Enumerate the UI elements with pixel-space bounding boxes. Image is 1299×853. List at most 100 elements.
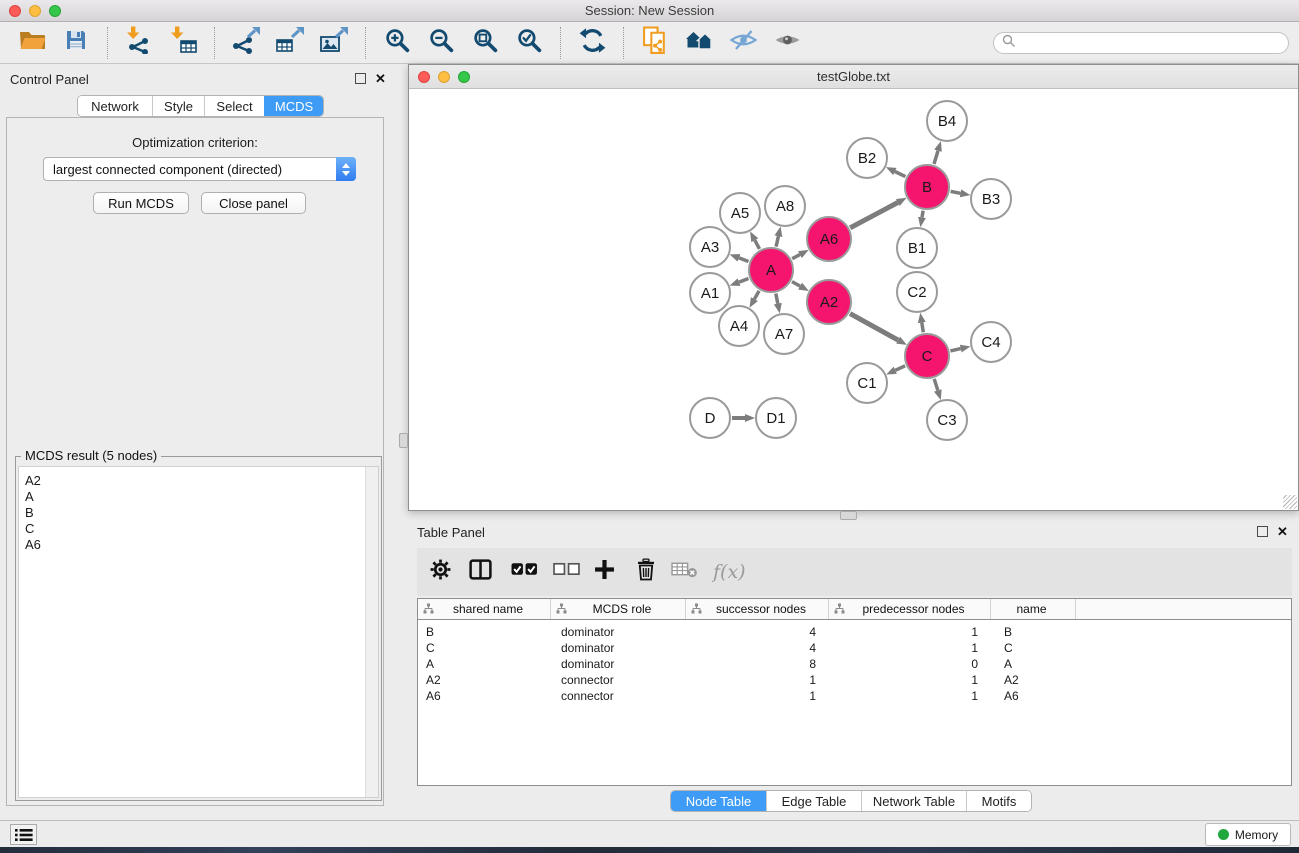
edge-B-B3[interactable] [951,191,961,193]
search-input[interactable] [1021,35,1288,51]
tab-edge-table[interactable]: Edge Table [766,791,861,811]
gear-button[interactable] [427,554,453,590]
result-item[interactable]: A6 [25,537,378,553]
dropdown-stepper-icon [336,157,356,181]
control-panel-body: Optimization criterion: largest connecte… [6,117,384,806]
node-label-B4: B4 [938,113,956,130]
edge-C-C3[interactable] [934,379,938,391]
memory-button[interactable]: Memory [1205,823,1291,846]
network-canvas[interactable]: AA6A2BCA1A3A4A5A7A8B1B2B3B4C1C2C3C4DD1 [409,89,1298,510]
result-item[interactable]: A [25,489,378,505]
zoom-in-button[interactable] [375,25,419,61]
new-network-from-selection-button[interactable] [633,25,677,61]
edge-B-B4[interactable] [934,151,938,164]
export-network-button[interactable] [224,25,268,61]
edge-C-C4[interactable] [950,349,960,351]
edge-B-B1[interactable] [922,211,923,218]
result-item[interactable]: C [25,521,378,537]
tab-node-table[interactable]: Node Table [671,791,766,811]
tab-network[interactable]: Network [78,96,152,116]
resize-grip-icon[interactable] [1283,495,1297,509]
column-header-shared-name[interactable]: shared name [418,599,551,619]
cell-name: A [991,657,1076,671]
table-body: Bdominator41BCdominator41CAdominator80AA… [418,620,1291,704]
column-header-MCDS-role[interactable]: MCDS role [551,599,686,619]
import-network-icon [124,26,154,59]
tab-mcds[interactable]: MCDS [264,96,323,116]
first-neighbors-button[interactable] [677,25,721,61]
edge-B-B2[interactable] [895,172,906,177]
node-label-B3: B3 [982,191,1000,208]
horizontal-splitter-handle[interactable] [840,511,857,520]
column-header-name[interactable]: name [991,599,1076,619]
edge-A-A3[interactable] [739,258,749,262]
export-table-button[interactable] [268,25,312,61]
table-row[interactable]: Adominator80A [418,656,1291,672]
import-network-button[interactable] [117,25,161,61]
node-label-A: A [766,262,776,279]
minimize-window-icon[interactable] [29,5,41,17]
result-item[interactable]: A2 [25,473,378,489]
edge-A-A7[interactable] [776,294,778,304]
trash-button[interactable] [633,554,659,590]
open-button[interactable] [10,25,54,61]
hide-selected-button[interactable] [721,25,765,61]
mcds-result-list[interactable]: A2ABCA6 [18,466,379,798]
import-table-button[interactable] [161,25,205,61]
table-row[interactable]: A6connector11A6 [418,688,1291,704]
table-row[interactable]: A2connector11A2 [418,672,1291,688]
edge-A-A1[interactable] [739,279,749,283]
tab-network-table[interactable]: Network Table [861,791,966,811]
tab-style[interactable]: Style [152,96,204,116]
edge-C-C1[interactable] [895,366,905,371]
vertical-splitter-handle[interactable] [399,433,408,448]
edge-C-C2[interactable] [922,323,924,333]
result-item[interactable]: B [25,505,378,521]
network-zoom-icon[interactable] [458,71,470,83]
tab-select[interactable]: Select [204,96,264,116]
network-window-titlebar[interactable]: testGlobe.txt [409,65,1298,89]
edge-A-A2[interactable] [792,282,800,287]
edge-A2-C[interactable] [850,314,898,341]
add-button[interactable] [591,554,617,590]
table-panel-close-icon[interactable]: ✕ [1277,526,1288,537]
export-image-button[interactable] [312,25,356,61]
edge-A6-B[interactable] [850,203,898,228]
search-box[interactable] [993,32,1289,54]
table-row[interactable]: Bdominator41B [418,624,1291,640]
network-window: testGlobe.txt AA6A2BCA1A3A4A5A7A8B1B2B3B… [408,64,1299,511]
table-panel-float-icon[interactable] [1257,526,1268,537]
zoom-out-button[interactable] [419,25,463,61]
edge-A-A4[interactable] [754,291,759,299]
close-window-icon[interactable] [9,5,21,17]
edge-A-A6[interactable] [792,255,800,259]
function-builder-button[interactable]: f(x) [713,561,746,583]
run-mcds-button[interactable]: Run MCDS [93,192,189,214]
table-row[interactable]: Cdominator41C [418,640,1291,656]
close-panel-button[interactable]: Close panel [201,192,306,214]
select-all-button[interactable] [511,554,537,590]
deselect-all-button[interactable] [553,554,579,590]
column-header-predecessor-nodes[interactable]: predecessor nodes [829,599,991,619]
show-all-button[interactable] [765,25,809,61]
node-table[interactable]: shared nameMCDS rolesuccessor nodesprede… [417,598,1292,786]
delete-table-button[interactable] [671,554,697,590]
network-minimize-icon[interactable] [438,71,450,83]
save-button[interactable] [54,25,98,61]
edge-A-A8[interactable] [776,236,778,246]
result-scrollbar[interactable] [365,467,378,797]
columns-button[interactable] [467,554,493,590]
criterion-dropdown[interactable]: largest connected component (directed) [43,157,356,181]
column-header-successor-nodes[interactable]: successor nodes [686,599,829,619]
zoom-selected-button[interactable] [507,25,551,61]
network-close-icon[interactable] [418,71,430,83]
zoom-fit-button[interactable] [463,25,507,61]
refresh-button[interactable] [570,25,614,61]
control-panel-float-icon[interactable] [355,73,366,84]
cell-predecessor-nodes: 1 [829,689,991,703]
zoom-window-icon[interactable] [49,5,61,17]
control-panel-close-icon[interactable]: ✕ [375,73,386,84]
task-history-button[interactable] [10,824,37,845]
edge-A-A5[interactable] [755,240,760,249]
tab-motifs[interactable]: Motifs [966,791,1031,811]
